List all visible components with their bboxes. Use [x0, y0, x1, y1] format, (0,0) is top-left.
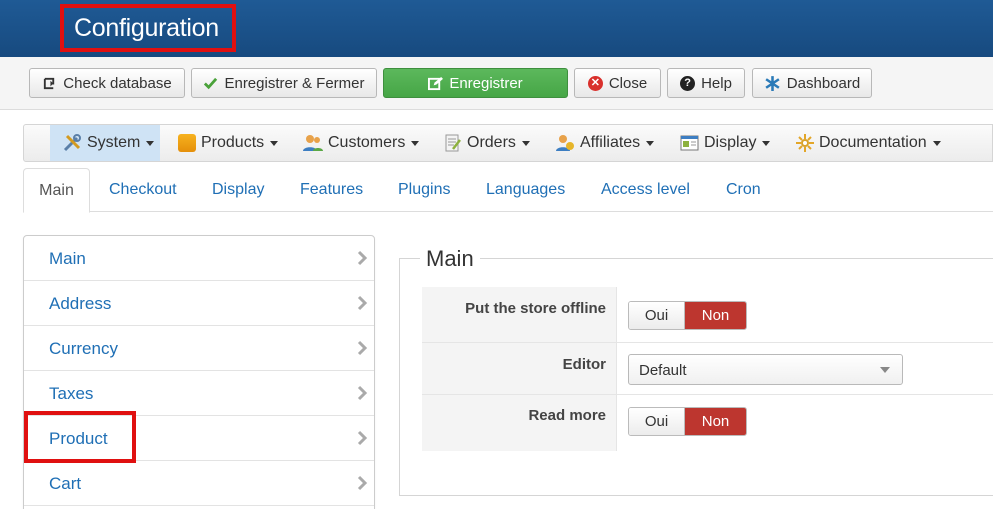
close-button[interactable]: ✕ Close	[574, 68, 661, 98]
menu-customers[interactable]: Customers	[303, 125, 433, 161]
edit-icon	[428, 76, 444, 91]
help-label: Help	[701, 74, 732, 92]
main-settings-legend: Main	[420, 244, 480, 274]
menu-affiliates[interactable]: Affiliates	[555, 125, 675, 161]
tab-main[interactable]: Main	[23, 168, 90, 213]
menu-documentation[interactable]: Documentation	[796, 125, 956, 161]
setting-row-store-offline: Put the store offline Oui Non	[422, 287, 993, 343]
check-database-button[interactable]: Check database	[29, 68, 185, 98]
dashboard-label: Dashboard	[786, 74, 861, 92]
section-nav-label: Cart	[49, 474, 82, 493]
tab-features[interactable]: Features	[300, 168, 363, 212]
page-title: Configuration	[60, 4, 236, 52]
store-offline-toggle: Oui Non	[628, 301, 747, 330]
section-nav-address[interactable]: Address	[24, 281, 374, 326]
chevron-down-icon	[646, 140, 655, 146]
chevron-right-icon	[357, 340, 368, 356]
help-icon: ?	[680, 75, 696, 91]
section-nav-label: Currency	[49, 339, 118, 358]
toolbar: Check database Enregistrer & Fermer Enre…	[0, 57, 993, 110]
menu-documentation-label: Documentation	[819, 134, 927, 151]
tab-access-level[interactable]: Access level	[601, 168, 690, 212]
read-more-toggle: Oui Non	[628, 407, 747, 436]
menu-display[interactable]: Display	[680, 125, 780, 161]
help-button[interactable]: ? Help	[667, 68, 745, 98]
store-offline-non-button[interactable]: Non	[685, 302, 746, 329]
save-label: Enregistrer	[449, 74, 523, 92]
dashboard-icon	[764, 75, 781, 92]
section-nav-main[interactable]: Main	[24, 236, 374, 281]
chevron-down-icon	[411, 140, 420, 146]
section-nav-list: Main Address Currency Taxes Product Cart	[23, 235, 375, 509]
menu-system[interactable]: System	[50, 125, 160, 161]
documentation-icon	[796, 134, 814, 152]
header-bar: Configuration	[0, 0, 993, 57]
tab-checkout[interactable]: Checkout	[109, 168, 177, 212]
refresh-icon	[42, 76, 57, 91]
tab-cron[interactable]: Cron	[726, 168, 761, 212]
close-label: Close	[608, 74, 648, 92]
affiliates-icon	[555, 134, 575, 152]
chevron-right-icon	[357, 430, 368, 446]
editor-select-value: Default	[639, 362, 687, 379]
menu-system-label: System	[87, 134, 141, 151]
menu-orders[interactable]: Orders	[444, 125, 554, 161]
save-close-label: Enregistrer & Fermer	[224, 74, 365, 92]
editor-label: Editor	[422, 343, 617, 394]
chevron-right-icon	[357, 475, 368, 491]
main-menu-bar: System Products Customers Orders Affilia…	[23, 124, 993, 162]
tab-plugins[interactable]: Plugins	[398, 168, 450, 212]
section-nav-taxes[interactable]: Taxes	[24, 371, 374, 416]
chevron-right-icon	[357, 295, 368, 311]
setting-row-editor: Editor Default	[422, 343, 993, 395]
display-icon	[680, 134, 699, 152]
menu-customers-label: Customers	[328, 134, 406, 151]
config-tabs: Main Checkout Display Features Plugins L…	[23, 168, 993, 213]
products-box-icon	[178, 134, 196, 152]
read-more-label: Read more	[422, 395, 617, 451]
chevron-down-icon	[146, 140, 155, 146]
section-nav-label: Taxes	[49, 384, 94, 403]
chevron-down-icon	[880, 367, 890, 373]
section-nav-label: Address	[49, 294, 112, 313]
menu-products[interactable]: Products	[178, 125, 290, 161]
read-more-oui-button[interactable]: Oui	[629, 408, 685, 435]
chevron-right-icon	[357, 250, 368, 266]
orders-icon	[444, 134, 462, 152]
chevron-down-icon	[270, 140, 279, 146]
chevron-down-icon	[521, 140, 530, 146]
setting-row-read-more: Read more Oui Non	[422, 395, 993, 451]
chevron-right-icon	[357, 385, 368, 401]
section-nav-currency[interactable]: Currency	[24, 326, 374, 371]
chevron-down-icon	[932, 140, 941, 146]
chevron-down-icon	[762, 140, 771, 146]
store-offline-oui-button[interactable]: Oui	[629, 302, 685, 329]
tab-display[interactable]: Display	[212, 168, 264, 212]
product-highlight-box	[24, 411, 136, 463]
tab-languages[interactable]: Languages	[486, 168, 565, 212]
read-more-non-button[interactable]: Non	[685, 408, 746, 435]
menu-orders-label: Orders	[467, 134, 516, 151]
store-offline-label: Put the store offline	[422, 287, 617, 342]
dashboard-button[interactable]: Dashboard	[752, 68, 872, 98]
section-nav-cart[interactable]: Cart	[24, 461, 374, 506]
users-icon	[303, 134, 323, 152]
check-database-label: Check database	[63, 74, 172, 92]
menu-affiliates-label: Affiliates	[580, 134, 641, 151]
save-button[interactable]: Enregistrer	[383, 68, 568, 98]
menu-products-label: Products	[201, 134, 265, 151]
checkmark-icon	[203, 76, 218, 91]
editor-select[interactable]: Default	[628, 354, 903, 385]
menu-display-label: Display	[704, 134, 757, 151]
save-close-button[interactable]: Enregistrer & Fermer	[191, 68, 377, 98]
close-icon: ✕	[587, 75, 603, 91]
wrench-screwdriver-icon	[62, 133, 82, 153]
section-nav-label: Main	[49, 249, 86, 268]
